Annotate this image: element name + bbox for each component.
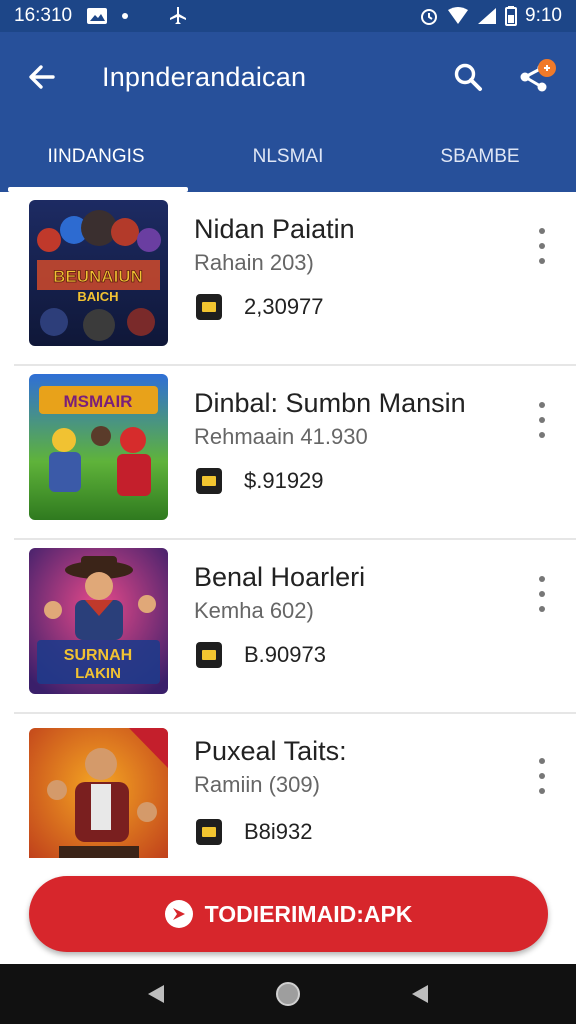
list-item[interactable]: BEUNAIUN BAICH Nidan Paiatin Rahain 203)…	[0, 192, 576, 366]
coin-icon	[196, 294, 222, 320]
app-subtitle: Kemha 602)	[194, 598, 314, 623]
app-title: Benal Hoarleri	[194, 562, 366, 592]
search-button[interactable]	[444, 53, 492, 101]
nav-recents-button[interactable]	[398, 972, 442, 1016]
more-options-button[interactable]	[530, 572, 554, 616]
tab-bar: IINDANGIS NLSMAI SBAMBE	[0, 122, 576, 192]
app-value: B8i932	[244, 819, 313, 844]
tab-2[interactable]: NLSMAI	[192, 122, 384, 192]
more-options-button[interactable]	[530, 224, 554, 268]
alarm-icon	[419, 6, 439, 26]
app-value: 2,30977	[244, 294, 324, 319]
app-subtitle: Ramiin (309)	[194, 772, 320, 797]
tab-1[interactable]: IINDANGIS	[0, 122, 192, 192]
app-subtitle: Rehmaain 41.930	[194, 424, 368, 449]
thumbnail-subtitle: BAICH	[77, 289, 118, 304]
system-nav-bar	[0, 964, 576, 1024]
app-thumbnail: SURNAH LAKIN	[29, 548, 168, 694]
app-thumbnail	[29, 728, 168, 858]
list-item[interactable]: SURNAH LAKIN Benal Hoarleri Kemha 602) B…	[0, 540, 576, 714]
app-list: BEUNAIUN BAICH Nidan Paiatin Rahain 203)…	[0, 192, 576, 858]
back-button[interactable]	[12, 47, 72, 107]
battery-icon	[505, 6, 518, 26]
thumbnail-subtitle: LAKIN	[75, 665, 121, 682]
app-title: Dinbal: Sumbn Mansin	[194, 388, 466, 418]
app-subtitle: Rahain 203)	[194, 250, 314, 275]
thumbnail-title: MSMAIR	[64, 392, 133, 411]
status-time-right: 9:10	[525, 5, 562, 26]
nav-home-button[interactable]	[266, 972, 310, 1016]
app-meta: $.91929	[196, 468, 324, 494]
app-meta: 2,30977	[196, 294, 324, 320]
list-item[interactable]: Puxeal Taits: Ramiin (309) B8i932	[0, 714, 576, 858]
list-item[interactable]: MSMAIR Dinbal: Sumbn Mansin Rehmaain 41.…	[0, 366, 576, 540]
app-meta: B.90973	[196, 642, 326, 668]
thumbnail-title: BEUNAIUN	[53, 267, 143, 286]
notification-badge	[538, 59, 556, 77]
nav-back-button[interactable]	[134, 972, 178, 1016]
app-thumbnail: BEUNAIUN BAICH	[29, 200, 168, 346]
download-button-label: TODIERIMAID:APK	[204, 900, 413, 927]
status-bar: 16:310 9:10	[0, 0, 576, 32]
coin-icon	[196, 819, 222, 845]
download-area: TODIERIMAID:APK	[0, 858, 576, 964]
download-apk-button[interactable]: TODIERIMAID:APK	[29, 876, 548, 952]
share-button[interactable]	[510, 53, 558, 101]
app-value: $.91929	[244, 468, 324, 493]
app-thumbnail: MSMAIR	[29, 374, 168, 520]
page-title: Inpnderandaican	[102, 61, 307, 92]
search-icon	[454, 63, 482, 91]
tab-3[interactable]: SBAMBE	[384, 122, 576, 192]
arrow-left-icon	[29, 65, 55, 89]
airplane-icon	[168, 6, 188, 26]
coin-icon	[196, 468, 222, 494]
screen: 16:310 9:10 Inpnderandaican IINDANGIS NL…	[0, 0, 576, 1024]
app-title: Puxeal Taits:	[194, 736, 347, 766]
coin-icon	[196, 642, 222, 668]
signal-icon	[477, 7, 497, 25]
thumbnail-title: SURNAH	[64, 647, 132, 664]
dot-icon	[122, 13, 129, 19]
app-title: Nidan Paiatin	[194, 214, 355, 244]
image-notification-icon	[86, 7, 108, 25]
more-options-button[interactable]	[530, 398, 554, 442]
app-value: B.90973	[244, 642, 326, 667]
triangle-recents-icon	[412, 985, 428, 1003]
app-bar: Inpnderandaican	[0, 32, 576, 122]
play-store-icon	[164, 900, 193, 928]
home-circle-icon	[276, 982, 300, 1006]
more-options-button[interactable]	[530, 754, 554, 798]
app-meta: B8i932	[196, 819, 313, 845]
status-time-left: 16:310	[14, 5, 73, 26]
wifi-icon	[447, 7, 469, 25]
triangle-back-icon	[148, 985, 164, 1003]
